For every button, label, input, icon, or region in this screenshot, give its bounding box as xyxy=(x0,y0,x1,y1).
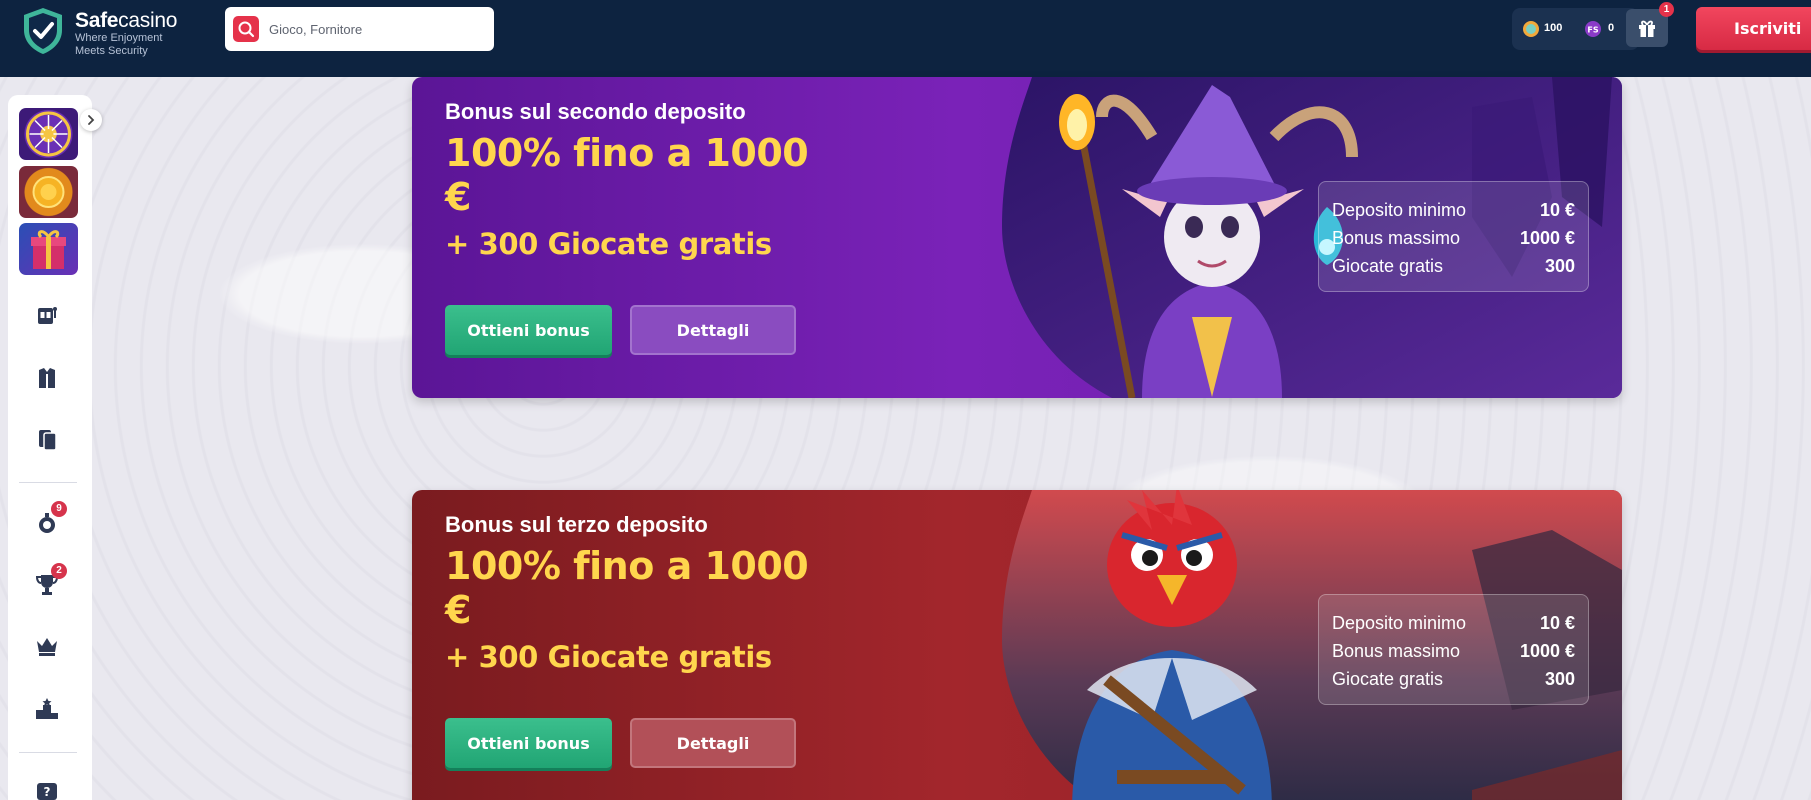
info-row-free-spins: Giocate gratis 300 xyxy=(1332,665,1575,693)
info-row-free-spins: Giocate gratis 300 xyxy=(1332,252,1575,280)
info-row-min-deposit: Deposito minimo 10 € xyxy=(1332,609,1575,637)
promo-title: 100% fino a 1000 € xyxy=(445,544,809,632)
crown-icon[interactable] xyxy=(34,633,60,659)
promo-card-third-deposit: Bonus sul terzo deposito 100% fino a 100… xyxy=(412,490,1622,800)
slot-machine-icon[interactable] xyxy=(34,302,60,328)
promo-free-spins: + 300 Giocate gratis xyxy=(445,227,772,261)
shield-logo-icon xyxy=(24,8,62,54)
info-label: Giocate gratis xyxy=(1332,669,1444,689)
info-value: 10 € xyxy=(1539,613,1575,633)
coins-value: 100 xyxy=(1544,22,1563,34)
sidebar-divider xyxy=(19,752,77,753)
get-bonus-button[interactable]: Ottieni bonus xyxy=(445,718,612,768)
info-value: 10 € xyxy=(1539,200,1575,220)
info-label: Deposito minimo xyxy=(1332,200,1467,220)
info-value: 300 xyxy=(1544,256,1575,276)
info-row-max-bonus: Bonus massimo 1000 € xyxy=(1332,637,1575,665)
top-header: Safecasino Where Enjoyment Meets Securit… xyxy=(0,0,1811,77)
search-button[interactable] xyxy=(233,16,259,42)
free-spins-value: 0 xyxy=(1608,22,1615,34)
chevron-right-icon xyxy=(88,115,95,125)
promo-subtitle: Bonus sul secondo deposito xyxy=(445,99,746,124)
brand-name: Safecasino xyxy=(75,9,177,33)
bonus-info-box: Deposito minimo 10 € Bonus massimo 1000 … xyxy=(1318,181,1589,292)
info-label: Giocate gratis xyxy=(1332,256,1444,276)
free-spins-icon: FS xyxy=(1585,21,1601,37)
promo-subtitle: Bonus sul terzo deposito xyxy=(445,512,708,537)
svg-text:FS: FS xyxy=(1587,26,1598,35)
info-label: Deposito minimo xyxy=(1332,613,1467,633)
info-row-max-bonus: Bonus massimo 1000 € xyxy=(1332,224,1575,252)
brand-name-bold: Safe xyxy=(75,9,119,32)
info-label: Bonus massimo xyxy=(1332,641,1461,661)
sidebar-divider xyxy=(19,482,77,483)
sidebar-daily-bonus[interactable] xyxy=(19,166,78,218)
brand-logo[interactable]: Safecasino Where Enjoyment Meets Securit… xyxy=(20,6,190,66)
leaderboard-icon[interactable] xyxy=(34,696,60,722)
promo-card-second-deposit: Bonus sul secondo deposito 100% fino a 1… xyxy=(412,77,1622,398)
details-button[interactable]: Dettagli xyxy=(630,718,796,768)
brand-name-light: casino xyxy=(118,9,178,32)
sidebar-expand-button[interactable] xyxy=(80,109,102,131)
signup-button[interactable]: Iscriviti xyxy=(1696,7,1811,50)
sidebar-wheel-of-fortune[interactable] xyxy=(19,108,78,160)
tournaments-badge: 2 xyxy=(51,563,67,579)
help-chat-icon[interactable]: ? xyxy=(34,780,60,800)
cards-icon[interactable] xyxy=(34,426,60,452)
info-value: 1000 € xyxy=(1519,641,1575,661)
info-label: Bonus massimo xyxy=(1332,228,1461,248)
details-button[interactable]: Dettagli xyxy=(630,305,796,355)
coin-icon xyxy=(1523,21,1539,37)
sidebar-gift-box[interactable] xyxy=(19,223,78,275)
gift-icon xyxy=(1639,20,1655,37)
fortune-wheel-icon xyxy=(26,111,71,157)
promo-free-spins: + 300 Giocate gratis xyxy=(445,640,772,674)
live-dealer-icon[interactable] xyxy=(34,365,60,391)
sun-medal-icon xyxy=(32,176,65,208)
brand-tagline: Where Enjoyment Meets Security xyxy=(75,32,163,57)
info-value: 300 xyxy=(1544,669,1575,689)
svg-text:?: ? xyxy=(44,785,51,799)
info-row-min-deposit: Deposito minimo 10 € xyxy=(1332,196,1575,224)
get-bonus-button[interactable]: Ottieni bonus xyxy=(445,305,612,355)
wallet-balance[interactable]: 100 FS 0 xyxy=(1512,8,1639,50)
search-icon xyxy=(238,21,255,38)
search-box xyxy=(225,7,494,51)
present-box-icon xyxy=(31,230,66,269)
bonus-info-box: Deposito minimo 10 € Bonus massimo 1000 … xyxy=(1318,594,1589,705)
info-value: 1000 € xyxy=(1519,228,1575,248)
gift-badge: 1 xyxy=(1659,2,1674,17)
search-input[interactable] xyxy=(269,7,484,51)
bets-badge: 9 xyxy=(51,501,67,517)
promo-title: 100% fino a 1000 € xyxy=(445,131,809,219)
